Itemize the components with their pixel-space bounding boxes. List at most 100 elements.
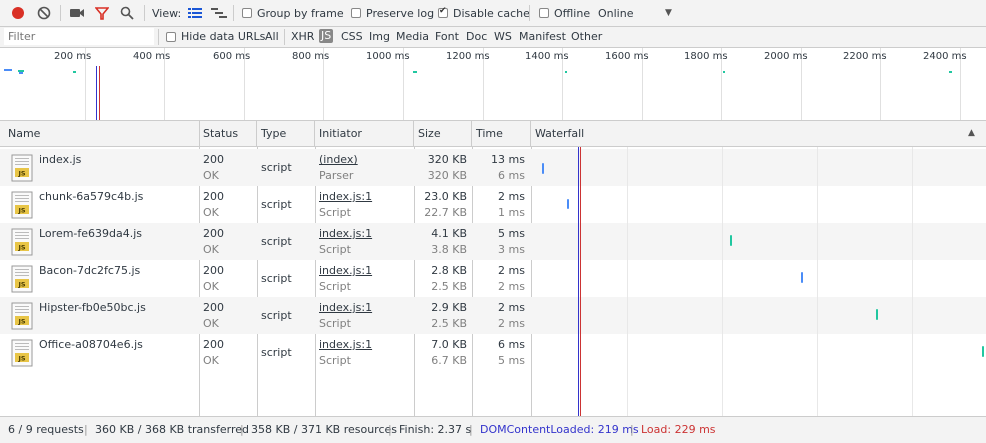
waterfall-gridline bbox=[912, 147, 913, 416]
filter-type-font[interactable]: Font bbox=[435, 30, 459, 43]
column-header-waterfall[interactable]: Waterfall bbox=[531, 121, 971, 146]
large-rows-view-button[interactable] bbox=[187, 5, 203, 21]
column-header-status[interactable]: Status bbox=[199, 121, 257, 146]
filter-type-xhr[interactable]: XHR bbox=[291, 30, 314, 43]
checkbox-box[interactable] bbox=[166, 31, 176, 42]
sort-ascending-icon[interactable]: ▲ bbox=[968, 128, 975, 138]
table-row[interactable]: JS Lorem-fe639da4.js 200 OK script index… bbox=[0, 223, 986, 260]
table-row[interactable]: JS Hipster-fb0e50bc.js 200 OK script ind… bbox=[0, 297, 986, 334]
request-initiator-link[interactable]: index.js:1 bbox=[319, 301, 372, 314]
filter-type-other[interactable]: Other bbox=[571, 30, 602, 43]
request-time-total: 13 ms bbox=[491, 153, 525, 166]
request-status-code: 200 bbox=[203, 264, 224, 277]
column-header-initiator[interactable]: Initiator bbox=[315, 121, 414, 146]
waterfall-bar[interactable] bbox=[876, 309, 878, 320]
request-initiator-link[interactable]: index.js:1 bbox=[319, 227, 372, 240]
table-row[interactable]: JS Bacon-7dc2fc75.js 200 OK script index… bbox=[0, 260, 986, 297]
js-file-icon: JS bbox=[11, 339, 33, 367]
filter-type-all[interactable]: All bbox=[265, 30, 279, 43]
status-separator: | bbox=[84, 423, 88, 436]
request-type: script bbox=[261, 272, 292, 285]
checkbox-box[interactable] bbox=[539, 8, 549, 18]
throttling-select[interactable]: Online bbox=[598, 0, 633, 26]
request-initiator-link[interactable]: index.js:1 bbox=[319, 338, 372, 351]
request-status-text: OK bbox=[203, 206, 219, 219]
filter-toggle-button[interactable] bbox=[94, 5, 110, 21]
network-toolbar: View: Group by frame Preserve log Disabl… bbox=[0, 0, 986, 27]
waterfall-gridline bbox=[627, 147, 628, 416]
request-type: script bbox=[261, 198, 292, 211]
column-header-size[interactable]: Size bbox=[414, 121, 472, 146]
request-size-resource: 6.7 KB bbox=[431, 354, 467, 367]
request-time-latency: 5 ms bbox=[498, 354, 525, 367]
waterfall-bar[interactable] bbox=[801, 272, 803, 283]
filter-bar: Hide data URLs All XHR JS CSS Img Media … bbox=[0, 27, 986, 48]
request-type: script bbox=[261, 309, 292, 322]
request-status-text: OK bbox=[203, 169, 219, 182]
overview-tick-label: 2000 ms bbox=[764, 51, 808, 62]
group-by-frame-checkbox[interactable]: Group by frame bbox=[242, 0, 344, 26]
request-name[interactable]: index.js bbox=[39, 153, 81, 166]
clear-button[interactable] bbox=[36, 5, 52, 21]
filter-type-manifest[interactable]: Manifest bbox=[519, 30, 566, 43]
overview-tick-label: 1800 ms bbox=[684, 51, 728, 62]
search-icon bbox=[120, 6, 134, 20]
filter-type-css[interactable]: CSS bbox=[341, 30, 363, 43]
request-initiator-link[interactable]: index.js:1 bbox=[319, 190, 372, 203]
toolbar-divider bbox=[233, 5, 234, 21]
checkbox-box[interactable] bbox=[351, 8, 361, 18]
column-header-time[interactable]: Time bbox=[472, 121, 531, 146]
waterfall-bar[interactable] bbox=[542, 163, 544, 174]
capture-screenshots-button[interactable] bbox=[69, 5, 85, 21]
waterfall-bar[interactable] bbox=[567, 199, 569, 209]
overview-tick-label: 2400 ms bbox=[923, 51, 967, 62]
offline-checkbox[interactable]: Offline bbox=[539, 0, 590, 26]
request-name[interactable]: Lorem-fe639da4.js bbox=[39, 227, 142, 240]
svg-text:JS: JS bbox=[17, 244, 25, 252]
filter-type-media[interactable]: Media bbox=[396, 30, 429, 43]
hide-data-urls-checkbox[interactable]: Hide data URLs bbox=[166, 30, 265, 43]
preserve-log-checkbox[interactable]: Preserve log bbox=[351, 0, 434, 26]
request-status-code: 200 bbox=[203, 301, 224, 314]
request-initiator-type: Script bbox=[319, 280, 351, 293]
checkbox-box[interactable] bbox=[242, 8, 252, 18]
overview-request-bar bbox=[19, 72, 23, 74]
request-type: script bbox=[261, 161, 292, 174]
record-button[interactable] bbox=[10, 5, 26, 21]
filter-type-doc[interactable]: Doc bbox=[466, 30, 487, 43]
waterfall-bar[interactable] bbox=[982, 346, 984, 357]
request-time-total: 5 ms bbox=[498, 227, 525, 240]
overview-view-button[interactable] bbox=[211, 5, 227, 21]
request-status-code: 200 bbox=[203, 227, 224, 240]
checkbox-box[interactable] bbox=[438, 6, 448, 18]
request-time-latency: 1 ms bbox=[498, 206, 525, 219]
request-name[interactable]: Bacon-7dc2fc75.js bbox=[39, 264, 140, 277]
waterfall-bar[interactable] bbox=[730, 235, 732, 246]
timeline-overview[interactable]: 200 ms 400 ms 600 ms 800 ms 1000 ms 1200… bbox=[0, 48, 986, 121]
svg-text:JS: JS bbox=[17, 355, 25, 363]
overview-tick-label: 1400 ms bbox=[525, 51, 569, 62]
request-name[interactable]: chunk-6a579c4b.js bbox=[39, 190, 143, 203]
table-row[interactable]: JS chunk-6a579c4b.js 200 OK script index… bbox=[0, 186, 986, 223]
request-time-total: 2 ms bbox=[498, 264, 525, 277]
request-name[interactable]: Office-a08704e6.js bbox=[39, 338, 143, 351]
request-status-text: OK bbox=[203, 354, 219, 367]
filter-type-ws[interactable]: WS bbox=[494, 30, 512, 43]
filter-type-img[interactable]: Img bbox=[369, 30, 390, 43]
throttling-dropdown-icon[interactable]: ▼ bbox=[665, 0, 672, 26]
request-status-code: 200 bbox=[203, 338, 224, 351]
filter-type-js[interactable]: JS bbox=[319, 29, 334, 43]
column-header-name[interactable]: Name bbox=[4, 121, 200, 146]
overview-tick-label: 2200 ms bbox=[843, 51, 887, 62]
table-row[interactable]: JS Office-a08704e6.js 200 OK script inde… bbox=[0, 334, 986, 371]
table-row[interactable]: JS index.js 200 OK script (index) Parser… bbox=[0, 149, 986, 186]
filter-input[interactable] bbox=[4, 28, 154, 45]
column-header-type[interactable]: Type bbox=[257, 121, 315, 146]
request-initiator-link[interactable]: (index) bbox=[319, 153, 358, 166]
search-button[interactable] bbox=[119, 5, 135, 21]
request-name[interactable]: Hipster-fb0e50bc.js bbox=[39, 301, 146, 314]
overview-request-bar bbox=[4, 69, 12, 71]
request-time-total: 2 ms bbox=[498, 190, 525, 203]
request-initiator-link[interactable]: index.js:1 bbox=[319, 264, 372, 277]
disable-cache-checkbox[interactable]: Disable cache bbox=[438, 0, 530, 26]
